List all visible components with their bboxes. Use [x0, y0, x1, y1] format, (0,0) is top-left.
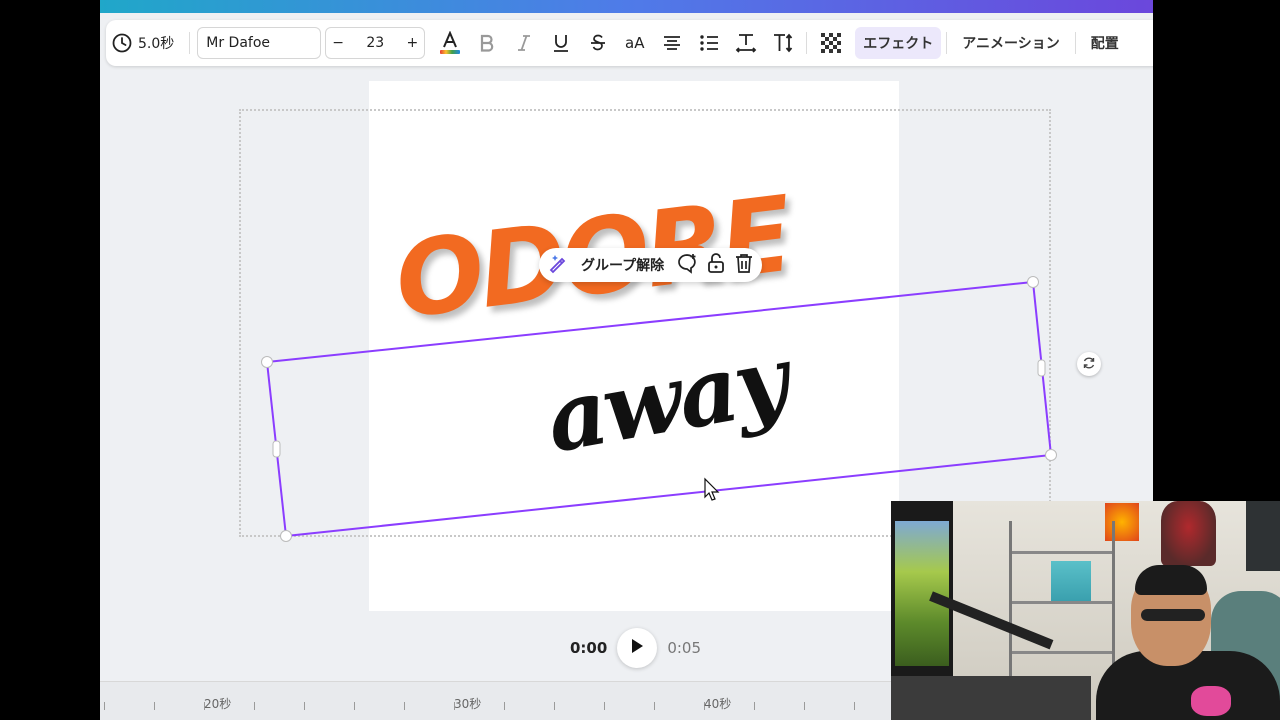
- toolbar-divider: [946, 32, 948, 54]
- rotate-icon: [1082, 355, 1096, 374]
- align-button[interactable]: [653, 27, 690, 59]
- webcam-desk: [891, 676, 1091, 720]
- effects-button[interactable]: エフェクト: [855, 27, 942, 59]
- ungroup-button[interactable]: グループ解除: [577, 255, 668, 275]
- text-size-button[interactable]: [764, 27, 801, 59]
- current-time: 0:00: [570, 639, 608, 657]
- timeline-tick: [404, 702, 405, 710]
- timeline-tick: [604, 702, 605, 710]
- webcam-overlay: [891, 501, 1280, 720]
- element-context-menu: グループ解除: [539, 248, 763, 282]
- strikethrough-icon: [589, 33, 607, 53]
- list-icon: [699, 34, 719, 52]
- animation-button[interactable]: アニメーション: [952, 33, 1069, 53]
- webcam-poster: [1246, 501, 1280, 571]
- timeline-tick: [354, 702, 355, 710]
- lock-icon[interactable]: [706, 252, 726, 278]
- top-gradient-bar: [100, 0, 1153, 13]
- text-toolbar: 5.0秒 Mr Dafoe − 23 + aA エフェクト アニメーション 配置: [106, 20, 1153, 66]
- toolbar-divider: [1074, 32, 1076, 54]
- decrease-size-button[interactable]: −: [332, 35, 344, 51]
- trash-icon[interactable]: [734, 252, 754, 278]
- letter-spacing-icon: [735, 32, 757, 54]
- transparency-icon: [820, 33, 841, 53]
- timeline-tick: [804, 702, 805, 710]
- duration-button[interactable]: 5.0秒: [106, 33, 184, 53]
- italic-icon: [516, 34, 532, 52]
- strikethrough-button[interactable]: [579, 27, 616, 59]
- list-button[interactable]: [690, 27, 727, 59]
- text-color-button[interactable]: [431, 27, 468, 59]
- timeline-tick: [754, 702, 755, 710]
- webcam-person-glasses: [1141, 609, 1205, 621]
- timeline-tick: [854, 702, 855, 710]
- text-color-icon: [439, 31, 461, 55]
- font-size-stepper[interactable]: − 23 +: [325, 27, 426, 59]
- duration-label: 5.0秒: [138, 36, 175, 52]
- webcam-person-hair: [1135, 565, 1207, 595]
- align-center-icon: [662, 34, 682, 52]
- font-family-select[interactable]: Mr Dafoe: [197, 27, 322, 59]
- clock-icon: [112, 33, 132, 53]
- webcam-boxes: [1051, 561, 1091, 601]
- position-button[interactable]: 配置: [1081, 33, 1129, 53]
- end-time: 0:05: [667, 639, 701, 657]
- increase-size-button[interactable]: +: [407, 35, 419, 51]
- rotate-handle[interactable]: [1077, 352, 1101, 376]
- comment-add-icon[interactable]: [676, 252, 698, 278]
- timeline-tick: [154, 702, 155, 710]
- letter-case-button[interactable]: aA: [616, 27, 653, 59]
- toolbar-divider: [189, 32, 191, 54]
- underline-icon: [552, 33, 570, 53]
- bold-button[interactable]: [468, 27, 505, 59]
- play-button[interactable]: [617, 628, 658, 668]
- toolbar-divider: [806, 32, 808, 54]
- timeline-tick: [254, 702, 255, 710]
- group-bounding-frame: [239, 109, 1051, 537]
- timeline-tick: [504, 702, 505, 710]
- timeline-label: 30秒: [454, 697, 482, 711]
- timeline-tick: [654, 702, 655, 710]
- bold-icon: [479, 34, 495, 52]
- timeline-label: 20秒: [204, 697, 232, 711]
- webcam-shirt-print: [1191, 686, 1231, 716]
- webcam-monitor: [891, 501, 953, 676]
- timeline-tick: [554, 702, 555, 710]
- play-icon: [629, 637, 645, 659]
- timeline-tick: [104, 702, 105, 710]
- webcam-figure: [1161, 501, 1216, 566]
- italic-button[interactable]: [505, 27, 542, 59]
- transparency-button[interactable]: [812, 27, 849, 59]
- playback-controls: 0:00 0:05: [570, 628, 701, 668]
- underline-button[interactable]: [542, 27, 579, 59]
- timeline-label: 40秒: [704, 697, 732, 711]
- timeline-tick: [304, 702, 305, 710]
- font-size-value[interactable]: 23: [366, 35, 384, 51]
- letter-spacing-button[interactable]: [727, 27, 764, 59]
- magic-edit-icon[interactable]: [547, 252, 569, 278]
- text-height-icon: [772, 32, 794, 54]
